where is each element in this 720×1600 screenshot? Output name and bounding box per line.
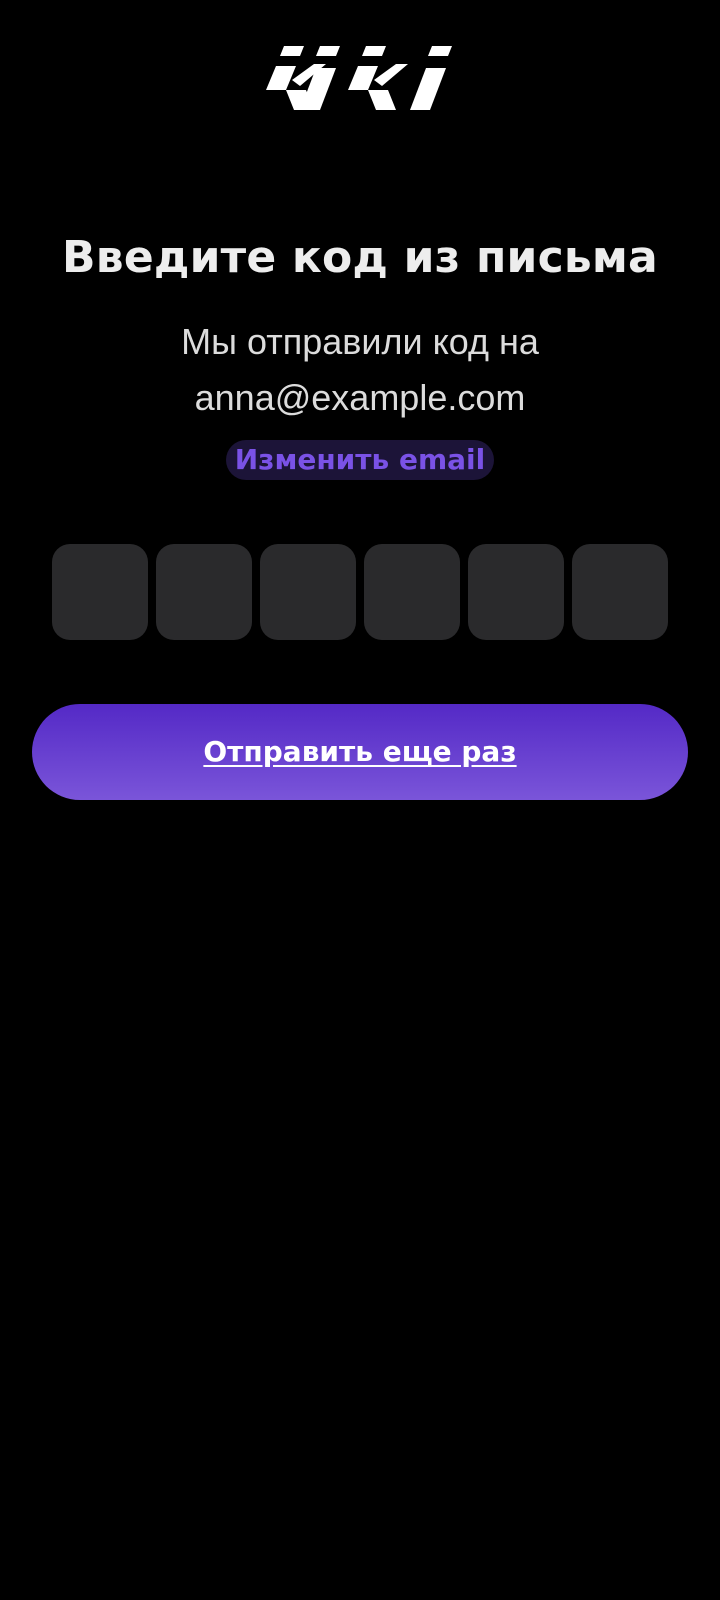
code-input-group: [52, 544, 668, 640]
code-digit-6[interactable]: [572, 544, 668, 640]
code-digit-1[interactable]: [52, 544, 148, 640]
brand-logo: [262, 44, 456, 114]
code-digit-4[interactable]: [364, 544, 460, 640]
verification-screen: Введите код из письма Мы отправили код н…: [0, 0, 720, 1600]
code-digit-3[interactable]: [260, 544, 356, 640]
subtitle-text: Мы отправили код на: [181, 321, 539, 362]
resend-code-label: Отправить еще раз: [203, 735, 517, 768]
change-email-button[interactable]: Изменить email: [226, 440, 494, 480]
code-digit-2[interactable]: [156, 544, 252, 640]
resend-code-button[interactable]: Отправить еще раз: [32, 704, 688, 800]
subtitle: Мы отправили код на anna@example.com: [0, 314, 720, 426]
code-digit-5[interactable]: [468, 544, 564, 640]
page-title: Введите код из письма: [62, 232, 658, 283]
email-address: anna@example.com: [194, 377, 526, 418]
kiki-logo-icon: [266, 46, 452, 110]
